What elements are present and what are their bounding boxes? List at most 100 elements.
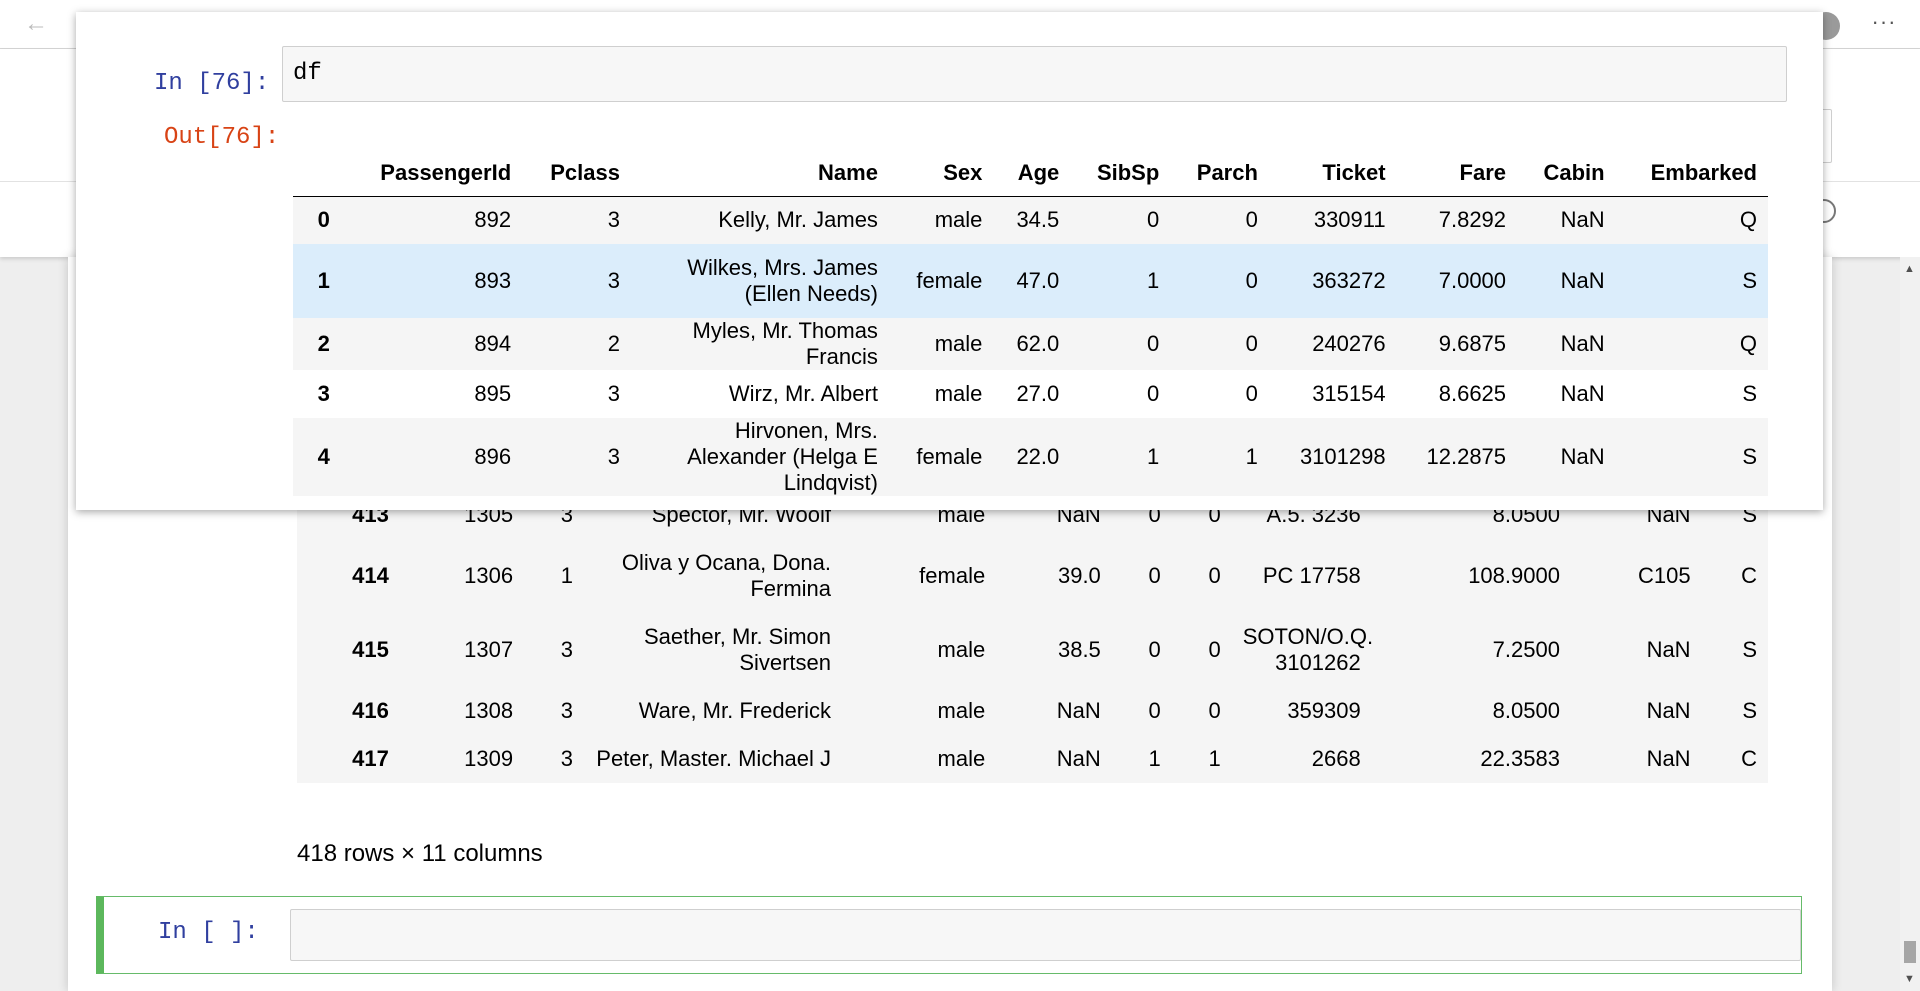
cell-sex: male bbox=[937, 637, 986, 662]
code-editor[interactable]: df bbox=[282, 46, 1787, 102]
table-row: 414 1306 1 Oliva y Ocana, Dona. Fermina fema… bbox=[297, 539, 1768, 613]
cell-passenger-id: ... bbox=[341, 496, 522, 510]
more-options-icon[interactable]: ··· bbox=[1868, 6, 1900, 38]
cell-passenger-id: 1307 bbox=[464, 637, 514, 662]
cell-pclass: 3 bbox=[560, 637, 574, 662]
cell-name: Oliva y Ocana, Dona. Fermina bbox=[621, 550, 832, 601]
cell-parch: 0 bbox=[1245, 381, 1258, 406]
cell-ticket: 240276 bbox=[1312, 331, 1386, 356]
column-header-sex: Sex bbox=[888, 142, 994, 197]
cell-age: 27.0 bbox=[1016, 381, 1060, 406]
column-header-passenger-id: PassengerId bbox=[340, 142, 523, 197]
cell-sex: female bbox=[919, 563, 986, 588]
cell-sex: male bbox=[934, 381, 983, 406]
cell-parch: 0 bbox=[1245, 268, 1258, 293]
cell-embarked: Q bbox=[1739, 331, 1757, 356]
cell-index: 3 bbox=[317, 381, 330, 406]
cell-ticket: SOTON/O.Q. 3101262 bbox=[1242, 624, 1374, 675]
cell-fare: 7.8292 bbox=[1438, 207, 1507, 233]
cell-parch: 0 bbox=[1245, 207, 1258, 233]
cell-input-prompt: In [ ]: bbox=[158, 919, 259, 946]
cell-fare: 7.0000 bbox=[1438, 268, 1507, 293]
cell-embarked: Q bbox=[1739, 207, 1757, 233]
cell-sibsp: 0 bbox=[1147, 207, 1160, 233]
cell-index: 414 bbox=[352, 563, 389, 588]
dataframe-shape-label: 418 rows × 11 columns bbox=[297, 840, 543, 867]
cell-sibsp: 1 bbox=[1147, 268, 1160, 293]
cell-cabin: NaN bbox=[1560, 381, 1605, 406]
cell-parch: 0 bbox=[1208, 563, 1221, 588]
cell-index: 2 bbox=[317, 331, 330, 356]
table-row: 0 892 3 Kelly, Mr. James male 34.5 0 0 330911 7.8… bbox=[293, 196, 1768, 244]
column-header-fare: Fare bbox=[1396, 142, 1518, 197]
cell-parch: 1 bbox=[1208, 746, 1221, 771]
cell-cabin: NaN bbox=[1646, 698, 1691, 723]
cell-index: 4 bbox=[317, 444, 330, 469]
cell-cabin: NaN bbox=[1560, 444, 1605, 469]
cell-ticket: PC 17758 bbox=[1262, 563, 1361, 588]
column-header-name: Name bbox=[630, 142, 889, 197]
cell-sex: female bbox=[916, 268, 983, 293]
cell-index: 415 bbox=[352, 637, 389, 662]
cell-output-prompt: Out[76]: bbox=[164, 124, 280, 151]
table-row: 415 1307 3 Saether, Mr. Simon Sivertsen male… bbox=[297, 613, 1768, 687]
scrollbar-thumb[interactable] bbox=[1904, 941, 1916, 963]
cell-sibsp: 0 bbox=[1147, 331, 1160, 356]
cell-index: 416 bbox=[352, 698, 389, 723]
cell-age: 38.5 bbox=[1057, 637, 1101, 662]
cell-passenger-id: 1308 bbox=[464, 698, 514, 723]
cell-fare: 8.0500 bbox=[1492, 698, 1560, 723]
cell-fare: 7.2500 bbox=[1492, 637, 1560, 662]
cell-sibsp: 0 bbox=[1148, 698, 1161, 723]
cell-pclass: 3 bbox=[607, 444, 620, 469]
cell-sex: male bbox=[937, 698, 986, 723]
cell-name: Kelly, Mr. James bbox=[718, 207, 878, 233]
cell-passenger-id: 892 bbox=[474, 207, 512, 233]
cell-sibsp: 0 bbox=[1148, 563, 1161, 588]
dataframe-head: PassengerId Pclass Name Sex Age SibSp Parch Tic… bbox=[293, 142, 1768, 510]
scroll-down-icon[interactable]: ▼ bbox=[1904, 973, 1915, 985]
cell-index: 417 bbox=[352, 746, 389, 771]
cell-sex: female bbox=[916, 444, 983, 469]
cell-fare: ... bbox=[1397, 496, 1517, 510]
cell-parch: 0 bbox=[1208, 698, 1221, 723]
table-row: 416 1308 3 Ware, Mr. Frederick male NaN 0 0 3593… bbox=[297, 687, 1768, 735]
column-header-cabin: Cabin bbox=[1517, 142, 1616, 197]
column-header-pclass: Pclass bbox=[522, 142, 631, 197]
cell-embarked: S bbox=[1742, 381, 1757, 406]
cell-name: Saether, Mr. Simon Sivertsen bbox=[643, 624, 832, 675]
cell-index: 0 bbox=[317, 207, 330, 233]
back-arrow-icon[interactable]: ← bbox=[22, 10, 50, 38]
cell-sibsp: 1 bbox=[1147, 444, 1160, 469]
empty-code-cell[interactable]: In [ ]: bbox=[96, 896, 1802, 974]
cell-pclass: 3 bbox=[560, 698, 574, 723]
cell-ticket: 315154 bbox=[1312, 381, 1386, 406]
code-editor-input[interactable] bbox=[290, 909, 1801, 961]
column-header-age: Age bbox=[993, 142, 1071, 197]
pinned-cell-panel: In [76]: df Out[76]: PassengerId Pclass Na… bbox=[76, 12, 1823, 510]
cell-embarked: ... bbox=[1616, 496, 1768, 510]
cell-pclass: 1 bbox=[560, 563, 574, 588]
cell-ticket: 330911 bbox=[1313, 207, 1386, 233]
cell-sex: ... bbox=[889, 496, 993, 510]
cell-pclass: 3 bbox=[607, 268, 620, 293]
cell-fare: 8.6625 bbox=[1438, 381, 1507, 406]
cell-sibsp: 1 bbox=[1148, 746, 1161, 771]
cell-fare: 9.6875 bbox=[1438, 331, 1507, 356]
dataframe-tail-table: 413 1305 3 Spector, Mr. Woolf male NaN 0 0 A.5. … bbox=[297, 491, 1768, 783]
cell-sex: male bbox=[934, 331, 983, 356]
cell-sibsp: 0 bbox=[1148, 637, 1161, 662]
cell-parch: 0 bbox=[1245, 331, 1258, 356]
cell-sibsp: 0 bbox=[1147, 381, 1160, 406]
cell-age: 62.0 bbox=[1016, 331, 1060, 356]
column-header-parch: Parch bbox=[1170, 142, 1269, 197]
table-row: 3 895 3 Wirz, Mr. Albert male 27.0 0 0 315154 8.6… bbox=[293, 370, 1768, 418]
cell-passenger-id: 1309 bbox=[464, 746, 514, 771]
scroll-up-icon[interactable]: ▲ bbox=[1904, 263, 1915, 275]
cell-fare: 12.2875 bbox=[1426, 444, 1507, 469]
cell-parch: 0 bbox=[1208, 637, 1221, 662]
cell-embarked: C bbox=[1741, 746, 1757, 771]
vertical-scrollbar[interactable]: ▲ ▼ bbox=[1900, 257, 1920, 991]
cell-sex: male bbox=[934, 207, 983, 233]
cell-passenger-id: 893 bbox=[474, 268, 512, 293]
